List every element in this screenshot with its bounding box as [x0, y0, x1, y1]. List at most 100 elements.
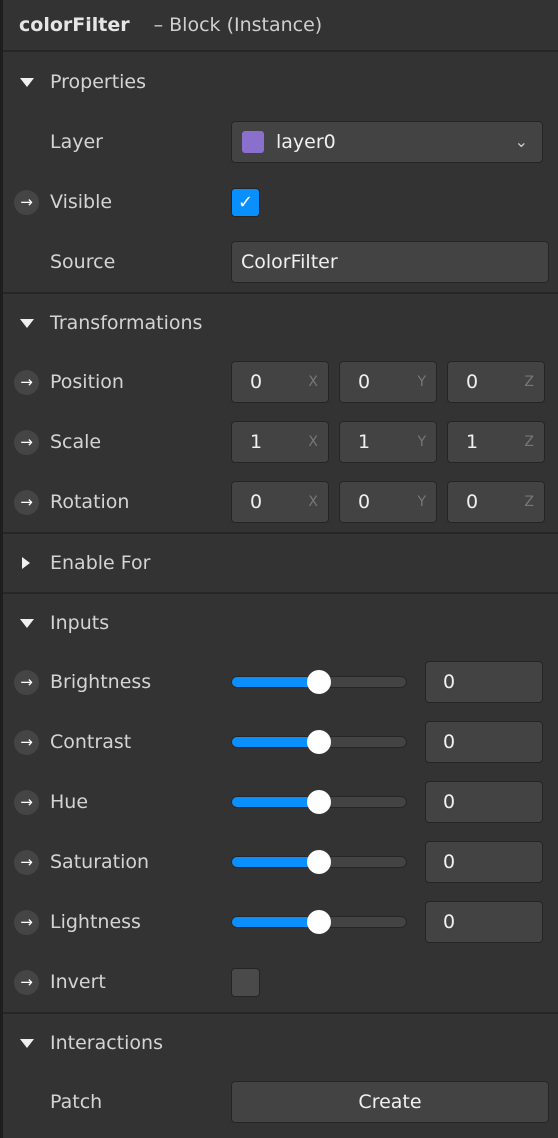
brightness-row: → Brightness 0	[3, 652, 558, 712]
invert-label: Invert	[50, 971, 106, 993]
slider-fill	[232, 677, 319, 687]
section-title: Transformations	[50, 312, 203, 334]
source-value: ColorFilter	[241, 251, 338, 273]
layer-row: Layer layer0 ⌄	[3, 112, 558, 172]
axis-label: Z	[524, 494, 534, 510]
axis-label: X	[308, 494, 318, 510]
scale-z-value: 1	[466, 431, 479, 453]
slider-label: Hue	[50, 791, 89, 813]
section-transformations[interactable]: Transformations	[3, 292, 558, 352]
triangle-down-icon[interactable]	[20, 618, 34, 628]
rotation-vector: 0X0Y0Z	[231, 481, 545, 523]
rotation-x-field[interactable]: 0X	[231, 481, 329, 523]
slider-label: Contrast	[50, 731, 132, 753]
section-interactions[interactable]: Interactions	[3, 1012, 558, 1072]
triangle-down-icon[interactable]	[20, 1038, 34, 1048]
layer-value: layer0	[276, 131, 336, 153]
slider-fill	[232, 737, 319, 747]
scale-x-field[interactable]: 1X	[231, 421, 329, 463]
brightness-slider[interactable]	[231, 670, 407, 694]
rotation-label: Rotation	[50, 491, 130, 513]
create-patch-button[interactable]: Create	[231, 1081, 549, 1123]
scale-row: → Scale 1 X 1 Y 1 Z	[3, 412, 558, 472]
rotation-row: → Rotation 0 X 0 Y 0 Z	[3, 472, 558, 532]
slider-value: 0	[443, 911, 456, 933]
slider-thumb[interactable]	[307, 730, 331, 754]
object-name: colorFilter	[19, 14, 130, 36]
contrast-slider[interactable]	[231, 730, 407, 754]
lightness-value-field[interactable]: 0	[425, 901, 543, 943]
scale-y-field[interactable]: 1Y	[339, 421, 437, 463]
arrow-right-icon[interactable]: →	[14, 369, 39, 395]
arrow-right-icon[interactable]: →	[14, 189, 39, 215]
slider-label: Brightness	[50, 671, 152, 693]
scale-x-value: 1	[250, 431, 263, 453]
arrow-right-icon[interactable]: →	[14, 429, 39, 455]
rotation-x-value: 0	[250, 491, 263, 513]
section-enable-for[interactable]: Enable For	[3, 532, 558, 592]
position-y-field[interactable]: 0Y	[339, 361, 437, 403]
position-x-field[interactable]: 0X	[231, 361, 329, 403]
triangle-down-icon[interactable]	[20, 77, 34, 87]
slider-thumb[interactable]	[307, 670, 331, 694]
axis-label: Z	[524, 374, 534, 390]
axis-label: X	[308, 434, 318, 450]
rotation-y-value: 0	[358, 491, 371, 513]
visible-label: Visible	[50, 191, 113, 213]
section-properties[interactable]: Properties	[3, 52, 558, 112]
scale-vector: 1X1Y1Z	[231, 421, 545, 463]
saturation-row: → Saturation 0	[3, 832, 558, 892]
rotation-z-field[interactable]: 0Z	[447, 481, 545, 523]
slider-thumb[interactable]	[307, 910, 331, 934]
scale-z-field[interactable]: 1Z	[447, 421, 545, 463]
invert-checkbox[interactable]	[231, 967, 260, 997]
brightness-value-field[interactable]: 0	[425, 661, 543, 703]
position-x-value: 0	[250, 371, 263, 393]
hue-slider[interactable]	[231, 790, 407, 814]
arrow-right-icon[interactable]: →	[14, 849, 39, 875]
section-title: Inputs	[50, 612, 110, 634]
slider-thumb[interactable]	[307, 850, 331, 874]
arrow-right-icon[interactable]: →	[14, 909, 39, 935]
rotation-y-field[interactable]: 0Y	[339, 481, 437, 523]
source-label: Source	[50, 251, 116, 273]
slider-value: 0	[443, 851, 456, 873]
arrow-right-icon[interactable]: →	[14, 729, 39, 755]
source-field[interactable]: ColorFilter	[231, 241, 549, 283]
hue-value-field[interactable]: 0	[425, 781, 543, 823]
axis-label: X	[308, 374, 318, 390]
rotation-z-value: 0	[466, 491, 479, 513]
axis-label: Y	[417, 494, 426, 510]
scale-y-value: 1	[358, 431, 371, 453]
inspector-header: colorFilter – Block (Instance)	[3, 0, 558, 52]
saturation-slider[interactable]	[231, 850, 407, 874]
arrow-right-icon[interactable]: →	[14, 789, 39, 815]
position-z-value: 0	[466, 371, 479, 393]
patch-label: Patch	[50, 1091, 103, 1113]
position-z-field[interactable]: 0Z	[447, 361, 545, 403]
triangle-down-icon[interactable]	[20, 318, 34, 328]
object-kind: – Block (Instance)	[153, 14, 323, 36]
slider-value: 0	[443, 671, 456, 693]
arrow-right-icon[interactable]: →	[14, 669, 39, 695]
triangle-right-icon[interactable]	[22, 557, 30, 569]
layer-label: Layer	[50, 131, 103, 153]
slider-value: 0	[443, 731, 456, 753]
saturation-value-field[interactable]: 0	[425, 841, 543, 883]
visible-checkbox[interactable]: ✓	[231, 187, 260, 217]
position-y-value: 0	[358, 371, 371, 393]
arrow-right-icon[interactable]: →	[14, 969, 39, 995]
lightness-slider[interactable]	[231, 910, 407, 934]
slider-label: Saturation	[50, 851, 150, 873]
slider-fill	[232, 917, 319, 927]
contrast-value-field[interactable]: 0	[425, 721, 543, 763]
visible-row: → Visible ✓	[3, 172, 558, 232]
patch-row: Patch Create	[3, 1072, 558, 1132]
slider-thumb[interactable]	[307, 790, 331, 814]
section-inputs[interactable]: Inputs	[3, 592, 558, 652]
layer-dropdown[interactable]: layer0 ⌄	[231, 121, 543, 163]
arrow-right-icon[interactable]: →	[14, 489, 39, 515]
lightness-row: → Lightness 0	[3, 892, 558, 952]
slider-label: Lightness	[50, 911, 141, 933]
axis-label: Y	[417, 374, 426, 390]
